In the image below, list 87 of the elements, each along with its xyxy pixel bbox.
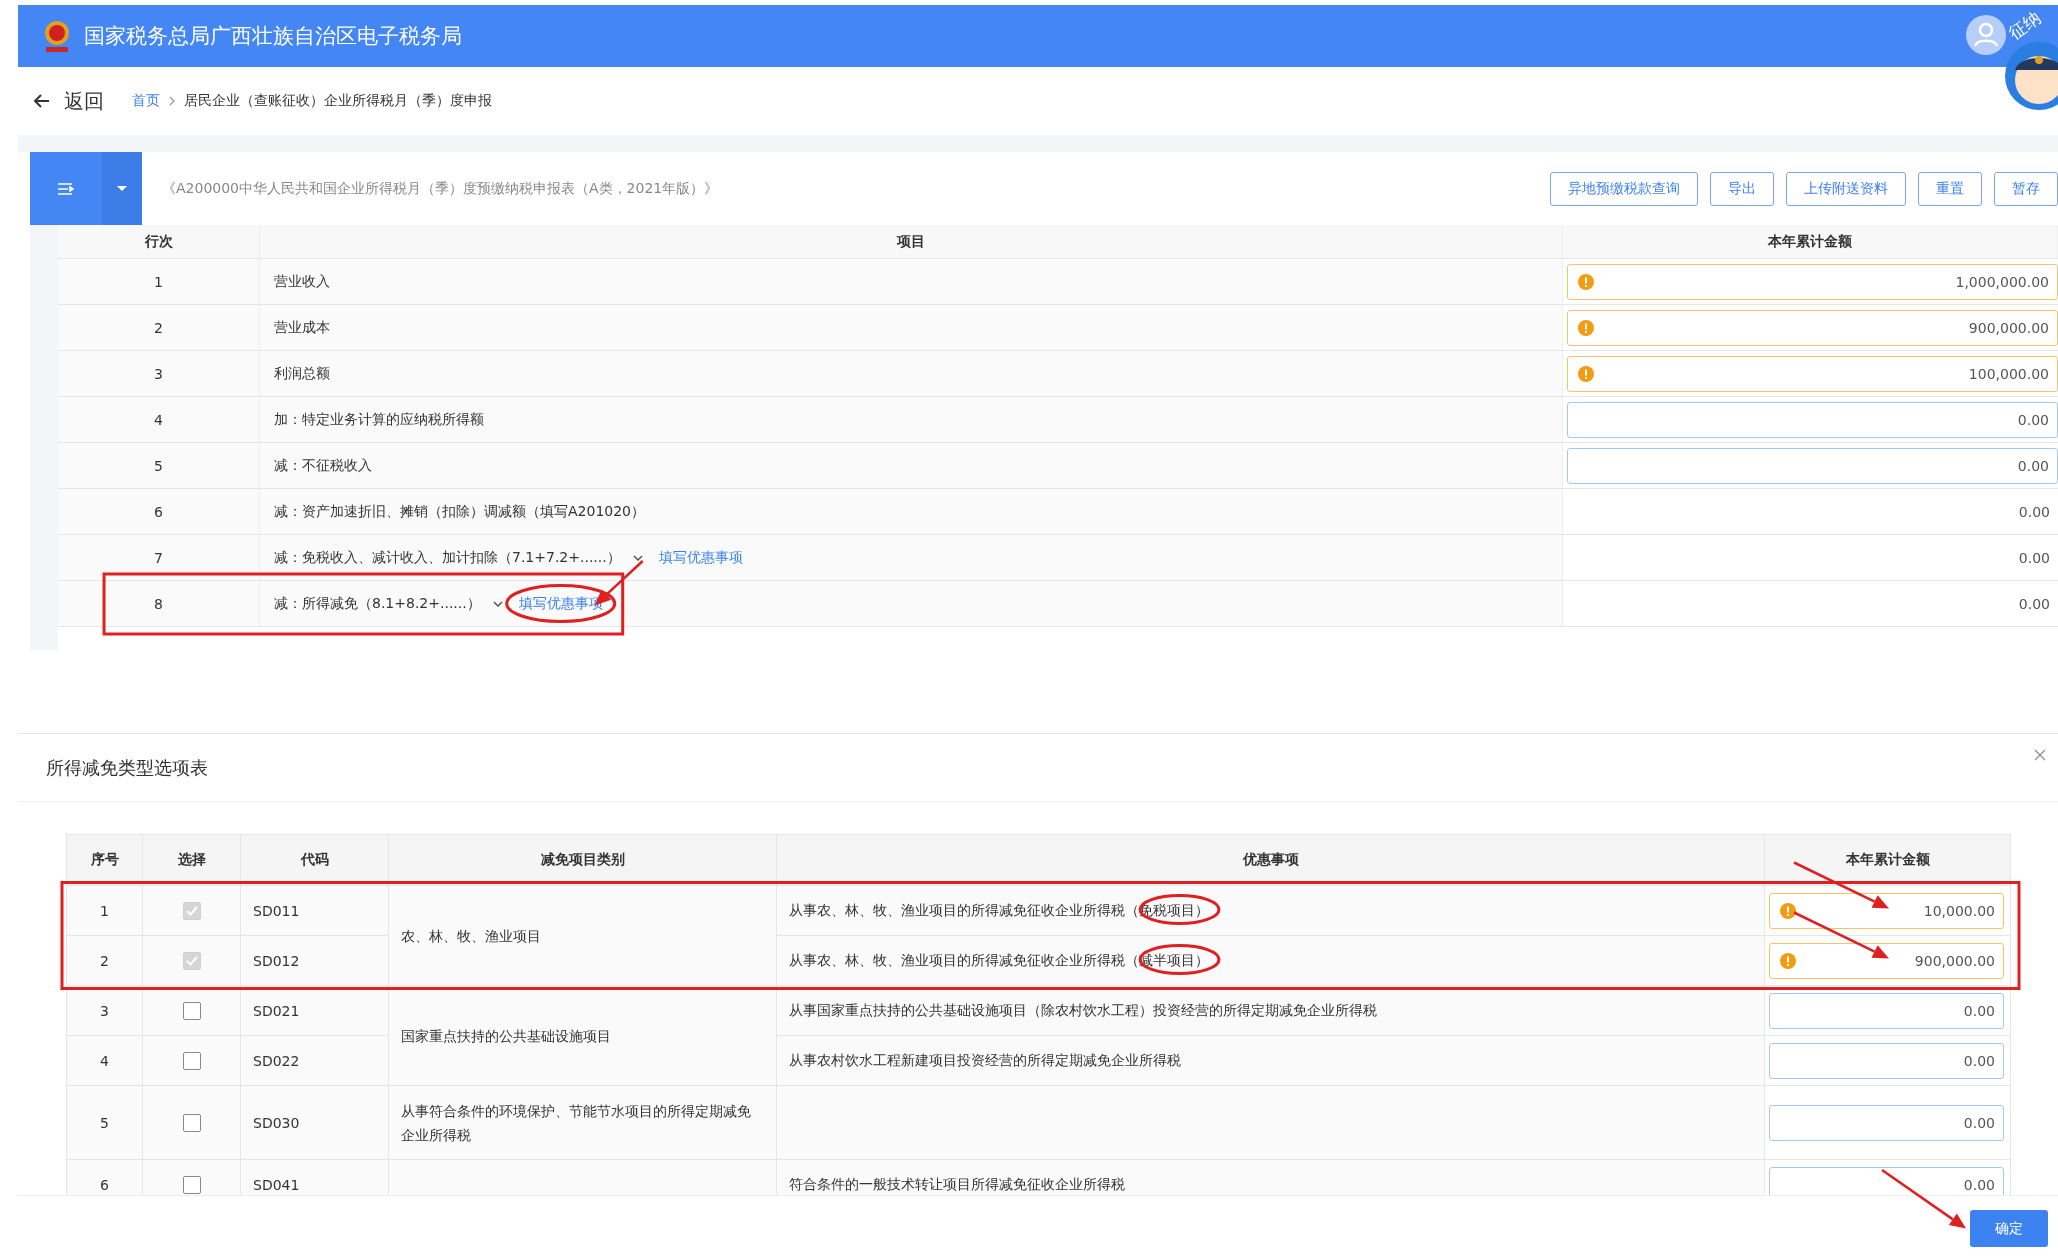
- checkbox[interactable]: [182, 1113, 201, 1132]
- warning-icon: [1578, 273, 1594, 290]
- toolbar-button[interactable]: 重置: [1918, 171, 1982, 206]
- warning-icon: [1780, 952, 1796, 969]
- row-number: 3: [100, 1002, 109, 1019]
- code-text: SD021: [253, 1002, 300, 1019]
- dialog-title: 所得减免类型选项表: [46, 755, 209, 780]
- checkbox[interactable]: [182, 1175, 201, 1194]
- amount-field[interactable]: 0.00: [1769, 992, 2004, 1029]
- row-number: 1: [100, 902, 109, 919]
- checkbox[interactable]: [182, 1051, 201, 1070]
- code-text: SD011: [253, 902, 300, 919]
- amount-field[interactable]: 0.00: [1769, 1042, 2004, 1079]
- chevron-down-icon: [632, 554, 643, 561]
- amount-field[interactable]: 100,000.00: [1567, 355, 2058, 392]
- row-number: 4: [100, 1052, 109, 1069]
- column-header: 减免项目类别: [540, 851, 625, 867]
- row-number: 6: [154, 503, 163, 520]
- row-number: 1: [154, 273, 163, 290]
- row-number: 2: [154, 319, 163, 336]
- amount-field[interactable]: 0.00: [1567, 447, 2058, 484]
- back-link[interactable]: 返回: [32, 87, 104, 115]
- toolbar-button[interactable]: 暂存: [1994, 171, 2058, 206]
- item-label: 营业成本: [274, 318, 330, 337]
- row-number: 5: [154, 457, 163, 474]
- benefit-text: 从事农村饮水工程新建项目投资经营的所得定期减免企业所得税: [789, 1051, 1181, 1068]
- category-text: 农、林、牧、渔业项目: [401, 927, 541, 944]
- column-header: 本年累计金额: [1768, 232, 1852, 251]
- column-header: 优惠事项: [1242, 851, 1299, 867]
- row-number: 5: [100, 1114, 109, 1131]
- confirm-button[interactable]: 确定: [1970, 1210, 2048, 1247]
- breadcrumb-current: 居民企业（查账征收）企业所得税月（季）度申报: [184, 92, 492, 110]
- amount-value: 0.00: [2018, 503, 2051, 520]
- row-number: 2: [100, 952, 109, 969]
- close-icon: [2034, 749, 2046, 761]
- fill-link[interactable]: 填写优惠事项: [658, 548, 743, 567]
- benefit-text: 从事国家重点扶持的公共基础设施项目（除农村饮水工程）投资经营的所得定期减免企业所得税: [789, 1001, 1377, 1018]
- code-text: SD030: [253, 1114, 300, 1131]
- form-title: 《A200000中华人民共和国企业所得税月（季）度预缴纳税申报表（A类，2021年版）》: [162, 179, 720, 198]
- toolbar-button[interactable]: 上传附送资料: [1786, 171, 1906, 206]
- code-text: SD012: [253, 952, 300, 969]
- mascot-figure: [2003, 40, 2058, 112]
- row-number: 8: [154, 595, 163, 612]
- item-label: 减：资产加速折旧、摊销（扣除）调减额（填写A201020）: [274, 502, 646, 521]
- row-number: 4: [154, 411, 163, 428]
- chevron-down-icon: [492, 600, 503, 607]
- user-avatar-icon: [1966, 15, 2006, 55]
- item-label: 加：特定业务计算的应纳税所得额: [274, 410, 484, 429]
- back-label: 返回: [64, 87, 104, 115]
- row-number: 7: [154, 549, 163, 566]
- row-number: 3: [154, 365, 163, 382]
- item-label: 营业收入: [274, 272, 330, 291]
- code-text: SD041: [253, 1176, 300, 1193]
- benefit-text: 符合条件的一般技术转让项目所得减免征收企业所得税: [789, 1175, 1125, 1192]
- item-label: 减：不征税收入: [274, 456, 372, 475]
- row-number: 6: [100, 1176, 109, 1193]
- column-header: 代码: [300, 851, 329, 867]
- column-header: 选择: [177, 851, 206, 867]
- toolbar-button[interactable]: 导出: [1710, 171, 1774, 206]
- toolbar-button[interactable]: 异地预缴税款查询: [1550, 171, 1698, 206]
- breadcrumb-link[interactable]: 首页: [132, 92, 160, 110]
- amount-field[interactable]: 0.00: [1769, 1166, 2004, 1195]
- item-label: 利润总额: [274, 364, 330, 383]
- category-text: 国家重点扶持的公共基础设施项目: [401, 1027, 611, 1044]
- amount-value: 0.00: [2018, 549, 2051, 566]
- menu-icon: [58, 182, 74, 195]
- column-header: 本年累计金额: [1845, 851, 1930, 867]
- item-label: 减：所得减免（8.1+8.2+......）: [274, 594, 481, 613]
- site-title: 国家税务总局广西壮族自治区电子税务局: [84, 23, 462, 50]
- caret-icon: [117, 186, 127, 191]
- column-header: 行次: [144, 232, 173, 251]
- amount-field[interactable]: 900,000.00: [1567, 309, 2058, 346]
- column-header: 序号: [90, 851, 119, 867]
- category-text: 从事符合条件的环境保护、节能节水项目的所得定期减免企业所得税: [401, 1102, 751, 1143]
- amount-field[interactable]: 0.00: [1567, 401, 2058, 438]
- amount-field[interactable]: 1,000,000.00: [1567, 263, 2058, 300]
- checkbox[interactable]: [182, 1001, 201, 1020]
- mascot-label: 征纳: [2004, 6, 2046, 45]
- column-header: 项目: [897, 232, 925, 251]
- amount-value: 0.00: [2018, 595, 2051, 612]
- warning-icon: [1780, 902, 1796, 919]
- amount-field[interactable]: 0.00: [1769, 1104, 2004, 1141]
- warning-icon: [1578, 365, 1594, 382]
- chevron-icon: [168, 95, 176, 107]
- warning-icon: [1578, 319, 1594, 336]
- item-label: 减：免税收入、减计收入、加计扣除（7.1+7.2+......）: [274, 548, 621, 567]
- code-text: SD022: [253, 1052, 300, 1069]
